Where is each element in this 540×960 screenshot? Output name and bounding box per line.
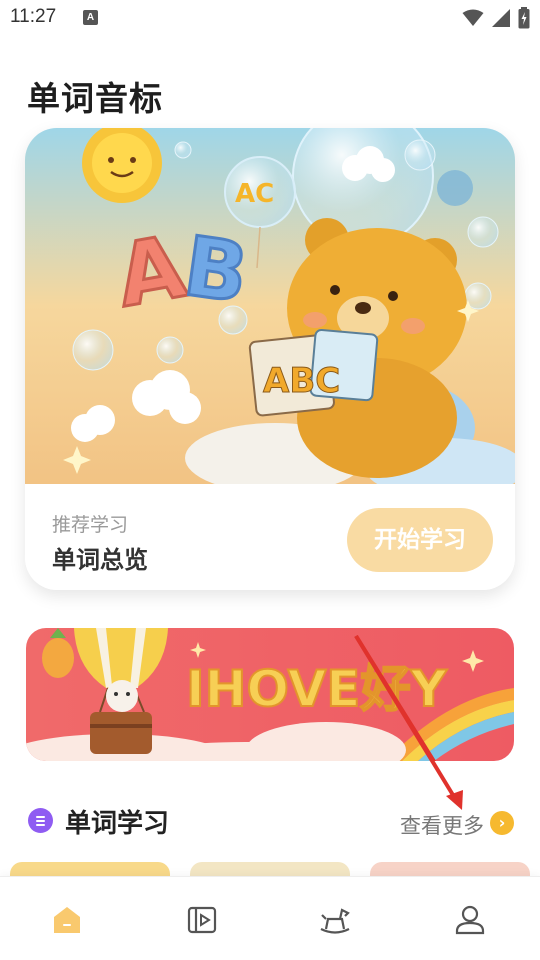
nav-toys[interactable] xyxy=(318,903,352,937)
home-icon xyxy=(54,907,80,933)
section-title: 单词学习 xyxy=(65,809,170,839)
list-icon xyxy=(28,808,53,833)
nav-profile[interactable] xyxy=(453,903,487,937)
section-header: 单词学习 查看更多 › xyxy=(26,800,514,844)
rocking-horse-icon xyxy=(320,908,350,934)
bottom-nav xyxy=(0,876,540,960)
view-more-link[interactable]: 查看更多 xyxy=(400,810,484,840)
nav-video[interactable] xyxy=(185,903,219,937)
profile-icon xyxy=(455,905,485,935)
video-icon xyxy=(187,906,217,934)
chevron-right-icon[interactable]: › xyxy=(490,811,514,835)
nav-home[interactable] xyxy=(50,903,84,937)
